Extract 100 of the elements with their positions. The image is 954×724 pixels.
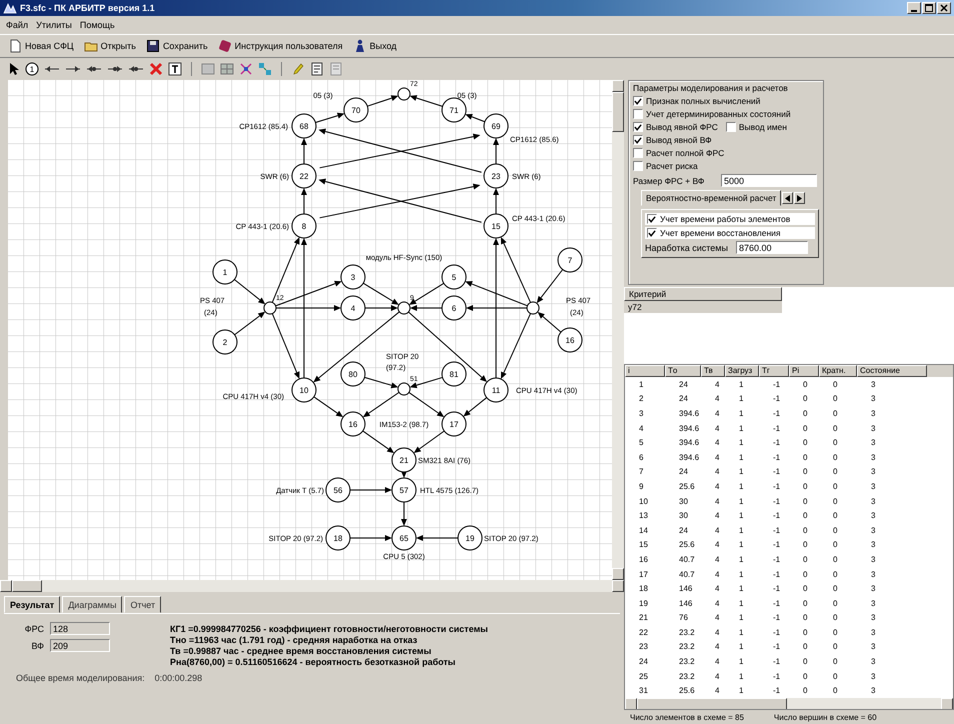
column-header[interactable]: Тв xyxy=(701,365,725,377)
toolbar-button[interactable]: Открыть xyxy=(82,38,138,54)
input-field[interactable]: 5000 xyxy=(721,174,817,187)
table-cell-text: 3 xyxy=(870,584,876,594)
tab[interactable]: Результат xyxy=(4,596,60,613)
graph-node[interactable]: 16 xyxy=(340,412,366,436)
graph-node[interactable]: 22 xyxy=(292,164,316,188)
pencil-icon[interactable] xyxy=(291,62,305,76)
graph-node[interactable]: 81 xyxy=(442,362,466,386)
graph-node[interactable]: 68 xyxy=(292,114,316,138)
field-label: Наработка системы xyxy=(645,242,728,252)
list-item[interactable]: y72 xyxy=(624,301,782,313)
total-time-value: 0:00:00.298 xyxy=(154,673,202,683)
toolbar-button[interactable]: Сохранить xyxy=(144,38,210,54)
checkbox[interactable] xyxy=(647,228,657,238)
connector-arrow xyxy=(408,392,444,418)
field-label: ФРС xyxy=(24,624,44,634)
checkbox-label: Вывод имен xyxy=(738,122,787,132)
checkbox[interactable] xyxy=(633,148,643,158)
table-cell-text: 0 xyxy=(802,672,808,681)
tab[interactable]: Диаграммы xyxy=(62,596,122,613)
checkbox[interactable] xyxy=(647,214,657,224)
table-cell-text: 6 xyxy=(638,452,644,462)
table-cell-text: 0 xyxy=(832,438,838,448)
checkbox[interactable] xyxy=(726,122,736,132)
column-header[interactable]: Состояние xyxy=(857,365,927,377)
report-icon[interactable] xyxy=(310,62,324,76)
column-header[interactable]: Кратн. xyxy=(819,365,857,377)
table-cell-text: 0 xyxy=(802,452,808,462)
table-cell-text: 0 xyxy=(832,408,838,418)
menu-item[interactable]: Файл xyxy=(6,20,28,30)
column-header[interactable]: Тo xyxy=(665,365,701,377)
graph-node[interactable]: 7 xyxy=(558,248,582,272)
horizontal-scrollbar[interactable] xyxy=(0,580,624,592)
graph-node[interactable]: 80 xyxy=(340,362,366,386)
close-button[interactable] xyxy=(937,2,951,14)
table-cell-text: 1 xyxy=(738,424,744,433)
input-field[interactable]: 128 xyxy=(50,622,110,635)
menu-item[interactable]: Утилиты xyxy=(36,20,72,30)
maximize-button[interactable] xyxy=(922,2,936,14)
checkbox[interactable] xyxy=(633,161,643,171)
graph-node[interactable]: 19 xyxy=(458,526,482,550)
graph-node[interactable]: 15 xyxy=(484,214,508,238)
graph-node[interactable]: 1 xyxy=(212,260,238,284)
graph-node[interactable]: 3 xyxy=(340,264,366,290)
vertical-scrollbar[interactable] xyxy=(612,80,624,580)
toolbar-button[interactable]: Новая СФЦ xyxy=(6,38,76,54)
delete-icon[interactable] xyxy=(149,62,163,76)
menu-item[interactable]: Помощь xyxy=(80,20,115,30)
column-header[interactable]: Pi xyxy=(789,365,819,377)
graph-node[interactable]: 69 xyxy=(484,114,508,138)
table-cell-text: -1 xyxy=(772,511,782,520)
layout-icon[interactable] xyxy=(239,62,253,76)
toolbar-button[interactable]: Инструкция пользователя xyxy=(216,38,345,54)
graph-node[interactable]: 10 xyxy=(292,378,316,402)
toolbar-button[interactable]: Выход xyxy=(350,38,399,54)
text-tool-icon[interactable] xyxy=(168,62,182,76)
graph-node[interactable]: 71 xyxy=(442,98,466,122)
grid-icon[interactable] xyxy=(220,62,234,76)
horizontal-scrollbar[interactable] xyxy=(625,698,953,710)
checkbox-label: Учет времени восстановления xyxy=(660,228,781,238)
table-cell-text: 24 xyxy=(638,657,649,666)
checkbox[interactable] xyxy=(633,135,643,145)
checkbox[interactable] xyxy=(633,96,643,106)
connector-arrow xyxy=(362,430,394,454)
node-tool-icon[interactable]: 1 xyxy=(25,62,39,76)
scroll-left-button[interactable] xyxy=(782,192,794,204)
graph-node[interactable]: 11 xyxy=(484,378,508,402)
column-header[interactable]: Критерий xyxy=(624,287,782,301)
graph-node[interactable]: 23 xyxy=(484,164,508,188)
graph-node[interactable]: 65 xyxy=(392,526,416,550)
tab[interactable]: Вероятностно-временной расчет xyxy=(641,190,782,206)
minimize-button[interactable] xyxy=(907,2,921,14)
graph-node[interactable]: 2 xyxy=(212,330,238,354)
graph-node[interactable]: 17 xyxy=(442,412,466,436)
graph-node[interactable]: 56 xyxy=(326,478,350,502)
tab[interactable]: Отчет xyxy=(124,596,162,613)
input-field[interactable]: 8760.00 xyxy=(736,241,808,254)
graph-node[interactable]: 18 xyxy=(326,526,350,550)
table-cell-text: 0 xyxy=(802,380,808,389)
checkbox[interactable] xyxy=(633,109,643,119)
graph-node[interactable]: 4 xyxy=(340,296,366,320)
graph-node[interactable]: 21 xyxy=(392,448,416,472)
graph-node[interactable]: 8 xyxy=(292,214,316,238)
table-cell-text: 1 xyxy=(738,686,744,696)
graph-node[interactable]: 16 xyxy=(558,328,582,352)
graph-node[interactable]: 6 xyxy=(442,296,466,320)
input-field[interactable]: 209 xyxy=(50,639,110,652)
graph-node[interactable]: 70 xyxy=(344,98,368,122)
column-header[interactable]: Загруз xyxy=(725,365,759,377)
scroll-right-button[interactable] xyxy=(794,192,806,204)
connector-arrow xyxy=(362,392,400,418)
graph-node[interactable]: 57 xyxy=(392,478,416,502)
graph-node[interactable]: 5 xyxy=(442,264,466,290)
column-header[interactable]: i xyxy=(625,365,665,377)
pointer-icon[interactable] xyxy=(8,62,20,76)
table-cell-text: 0 xyxy=(802,496,808,506)
table-cell-text: 3 xyxy=(870,482,876,491)
checkbox[interactable] xyxy=(633,122,643,132)
column-header[interactable]: Тг xyxy=(759,365,789,377)
